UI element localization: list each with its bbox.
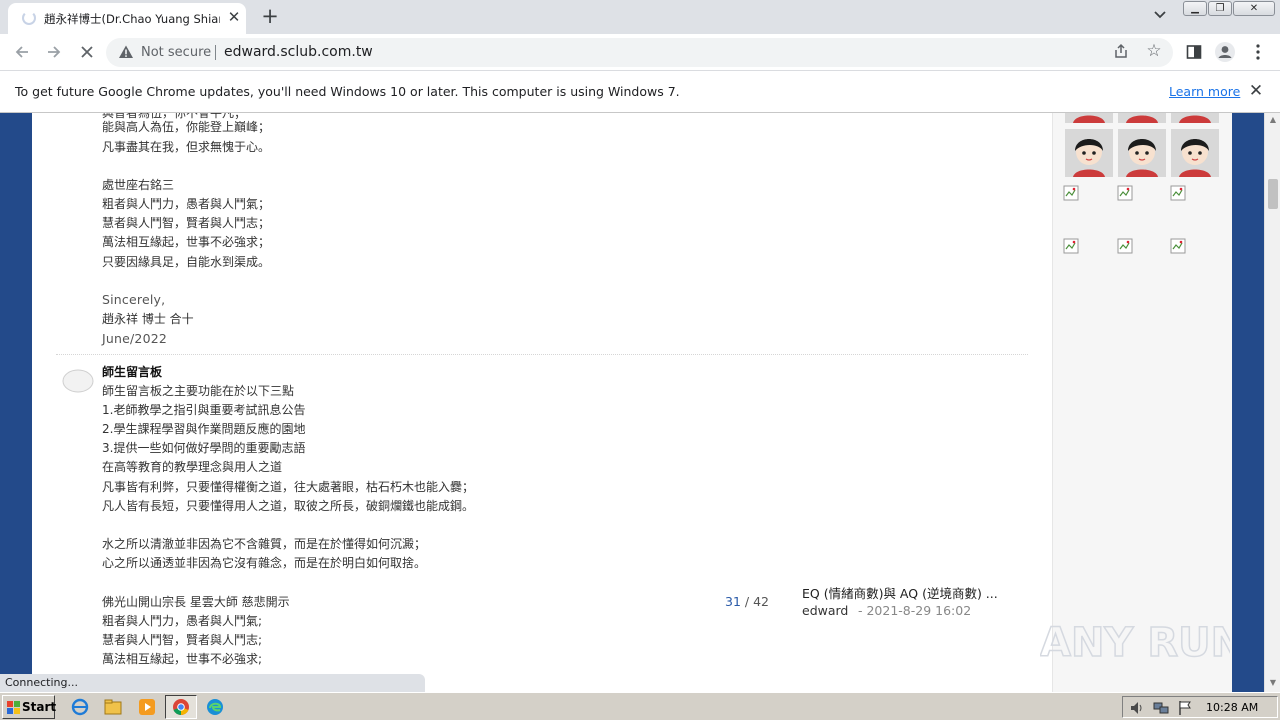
tab-strip: 趙永祥博士(Dr.Chao Yuang Shiang) ✕ + ▁ ❐ ✕ xyxy=(0,0,1280,34)
post-divider xyxy=(56,354,1028,355)
signature-date: June/2022 xyxy=(102,331,168,346)
related-post-link[interactable]: EQ (情緒商數)與 AQ (逆境商數) ... xyxy=(802,583,998,602)
post-title[interactable]: 師生留言板 xyxy=(102,363,162,380)
status-bubble: Connecting... xyxy=(0,674,425,692)
avatar[interactable] xyxy=(1171,113,1219,123)
menu-icon[interactable] xyxy=(1246,40,1270,64)
scroll-down-arrow-icon[interactable]: ▼ xyxy=(1265,678,1280,690)
avatar[interactable] xyxy=(1171,129,1219,177)
loading-spinner-icon xyxy=(22,11,36,25)
page-viewport: 與智者為伍，你不會平凡； 能與高人為伍，你能登上巔峰； 凡事盡其在我，但求無愧于… xyxy=(0,113,1264,692)
visitor-sidebar xyxy=(1052,113,1232,692)
broken-image-icon[interactable] xyxy=(1117,185,1133,201)
post-line: 粗者與人鬥力，愚者與人鬥氣; xyxy=(102,614,263,628)
post-line: 1.老師教學之指引與重要考試訊息公告 xyxy=(102,403,306,417)
media-player-icon[interactable] xyxy=(138,698,156,716)
related-post-author[interactable]: edward xyxy=(802,603,848,618)
volume-icon[interactable] xyxy=(1129,700,1145,716)
broken-image-icon[interactable] xyxy=(1063,238,1079,254)
avatar[interactable] xyxy=(1065,129,1113,177)
browser-toolbar: Not secure edward.sclub.com.tw ☆ xyxy=(0,34,1280,71)
signature-line: Sincerely, xyxy=(102,292,166,307)
address-bar[interactable]: Not secure edward.sclub.com.tw ☆ xyxy=(106,38,1173,67)
not-secure-label[interactable]: Not secure xyxy=(141,45,211,60)
learn-more-link[interactable]: Learn more xyxy=(1169,84,1240,99)
omnibox-separator xyxy=(215,45,216,60)
url-text[interactable]: edward.sclub.com.tw xyxy=(224,44,373,60)
article-line: 能與高人為伍，你能登上巔峰； xyxy=(102,120,271,134)
article-line: 凡事盡其在我，但求無愧于心。 xyxy=(102,140,271,154)
broken-image-icon[interactable] xyxy=(1063,185,1079,201)
post-line: 在高等教育的教學理念與用人之道 xyxy=(102,460,283,474)
avatar[interactable] xyxy=(1118,113,1166,123)
network-icon[interactable] xyxy=(1153,700,1169,716)
pagination-counter: 31 / 42 xyxy=(725,594,769,609)
page-separator: / xyxy=(740,594,754,609)
page-scrollbar[interactable]: ▲ ▼ xyxy=(1264,113,1280,692)
window-close-button[interactable]: ✕ xyxy=(1233,1,1275,16)
side-panel-icon[interactable] xyxy=(1182,40,1206,64)
related-post-date: - 2021-8-29 16:02 xyxy=(858,603,972,618)
window-restore-button[interactable]: ❐ xyxy=(1208,1,1232,16)
post-line: 萬法相互緣起，世事不必強求; xyxy=(102,652,263,666)
post-line: 慧者與人鬥智，賢者與人鬥志; xyxy=(102,633,263,647)
stop-loading-icon[interactable] xyxy=(75,40,99,64)
infobar-message: To get future Google Chrome updates, you… xyxy=(15,84,680,99)
main-content: 與智者為伍，你不會平凡； 能與高人為伍，你能登上巔峰； 凡事盡其在我，但求無愧于… xyxy=(32,113,1052,692)
start-label: Start xyxy=(22,700,57,714)
browser-tab[interactable]: 趙永祥博士(Dr.Chao Yuang Shiang) ✕ xyxy=(8,3,246,34)
system-tray: 10:28 AM xyxy=(1122,696,1278,718)
post-line: 師生留言板之主要功能在於以下三點 xyxy=(102,384,295,398)
windows-taskbar: Start 10:28 AM xyxy=(0,692,1280,720)
post-line: 2.學生課程學習與作業問題反應的園地 xyxy=(102,422,306,436)
star-icon[interactable]: ☆ xyxy=(1144,41,1164,61)
post-line: 水之所以清澈並非因為它不含雜質，而是在於懂得如何沉澱； xyxy=(102,537,427,551)
broken-image-icon[interactable] xyxy=(1170,238,1186,254)
anyrun-watermark-logo: ANY RUN xyxy=(1040,619,1230,667)
article-subheading: 處世座右銘三 xyxy=(102,178,175,192)
file-explorer-icon[interactable] xyxy=(104,698,122,716)
article-line: 粗者與人鬥力，愚者與人鬥氣； xyxy=(102,197,271,211)
taskbar-clock[interactable]: 10:28 AM xyxy=(1206,701,1258,714)
chrome-icon xyxy=(173,699,189,716)
avatar[interactable] xyxy=(1118,129,1166,177)
new-tab-button[interactable]: + xyxy=(258,4,282,28)
post-line: 佛光山開山宗長 星雲大師 慈悲開示 xyxy=(102,595,290,609)
back-icon[interactable] xyxy=(10,40,34,64)
page-current: 31 xyxy=(725,594,741,609)
profile-icon[interactable] xyxy=(1213,40,1237,64)
article-line: 萬法相互緣起，世事不必強求； xyxy=(102,235,271,249)
update-infobar: To get future Google Chrome updates, you… xyxy=(0,71,1280,113)
broken-image-icon[interactable] xyxy=(1170,185,1186,201)
close-infobar-icon[interactable]: ✕ xyxy=(1246,81,1266,101)
svg-text:ANY RUN: ANY RUN xyxy=(1040,620,1230,666)
chrome-taskbar-button[interactable] xyxy=(165,695,197,719)
tab-title: 趙永祥博士(Dr.Chao Yuang Shiang) xyxy=(44,12,220,26)
internet-explorer-icon[interactable] xyxy=(71,698,89,716)
avatar[interactable] xyxy=(1065,113,1113,123)
windows-logo-icon xyxy=(7,701,20,714)
scroll-up-arrow-icon[interactable]: ▲ xyxy=(1265,115,1280,127)
post-line: 心之所以通透並非因為它沒有雜念，而是在於明白如何取捨。 xyxy=(102,556,427,570)
status-text: Connecting... xyxy=(5,676,78,689)
share-icon[interactable] xyxy=(1112,43,1130,61)
broken-image-icon[interactable] xyxy=(1117,238,1133,254)
warning-icon[interactable] xyxy=(118,44,134,60)
signature-name: 趙永祥 博士 合十 xyxy=(102,312,194,326)
edge-icon[interactable] xyxy=(206,698,224,716)
window-minimize-button[interactable]: ▁ xyxy=(1183,1,1207,16)
article-line: 慧者與人鬥智，賢者與人鬥志； xyxy=(102,216,271,230)
post-line: 3.提供一些如何做好學問的重要勵志語 xyxy=(102,441,306,455)
tab-search-chevron-icon[interactable] xyxy=(1150,8,1170,26)
comment-bubble-icon xyxy=(62,369,94,393)
start-button[interactable]: Start xyxy=(2,695,57,719)
post-line: 凡人皆有長短，只要懂得用人之道，取彼之所長，破銅爛鐵也能成鋼。 xyxy=(102,499,475,513)
forward-icon[interactable] xyxy=(42,40,66,64)
page-total: 42 xyxy=(753,594,769,609)
post-line: 凡事皆有利弊，只要懂得權衡之道，往大處著眼，枯石朽木也能入爨； xyxy=(102,480,475,494)
scroll-thumb[interactable] xyxy=(1268,179,1278,209)
close-tab-icon[interactable]: ✕ xyxy=(226,9,242,25)
action-center-flag-icon[interactable] xyxy=(1177,700,1193,716)
article-line: 只要因緣具足，自能水到渠成。 xyxy=(102,255,271,269)
